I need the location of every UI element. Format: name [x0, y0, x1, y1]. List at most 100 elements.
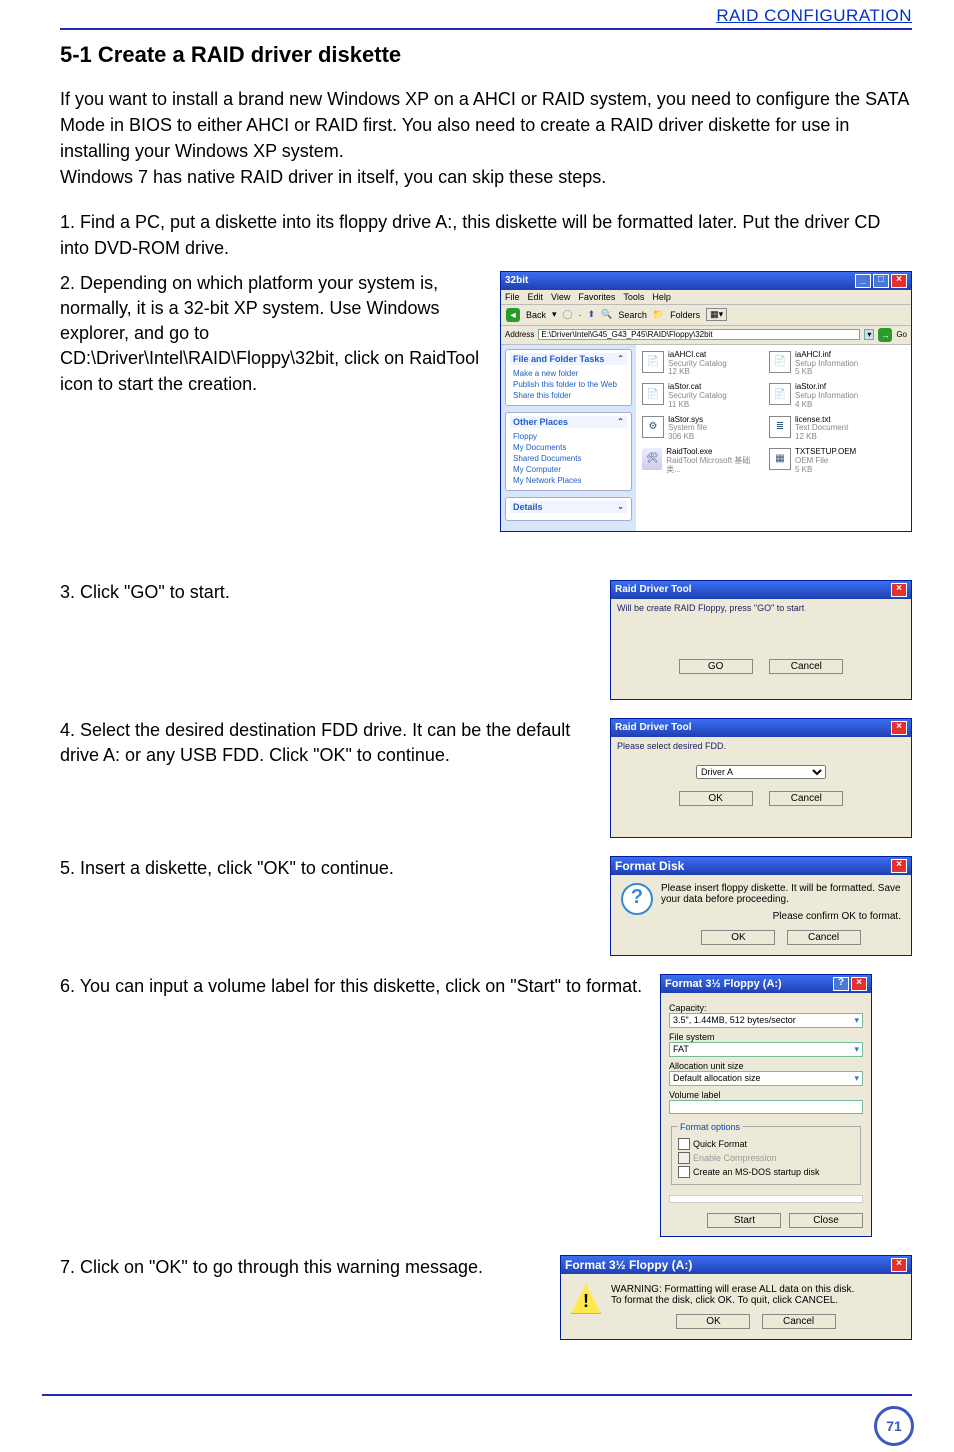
- cancel-button[interactable]: Cancel: [787, 930, 861, 945]
- txt-file-icon: ≣: [769, 416, 791, 438]
- details-title: Details: [513, 502, 543, 512]
- file-item[interactable]: 📄iaStor.catSecurity Catalog11 KB: [642, 383, 757, 409]
- format-disk-screenshot: Format Disk × ? Please insert floppy dis…: [610, 856, 912, 956]
- format-window-screenshot: Format 3½ Floppy (A:) ? × Capacity: 3.5"…: [660, 974, 912, 1237]
- raidtool-message: Please select desired FDD.: [617, 741, 726, 751]
- back-label[interactable]: Back: [526, 310, 546, 320]
- collapse-icon[interactable]: ⌃: [617, 417, 624, 427]
- cancel-button[interactable]: Cancel: [769, 659, 843, 674]
- raidtool-titlebar: Raid Driver Tool ×: [611, 581, 911, 599]
- collapse-icon[interactable]: ⌃: [617, 354, 624, 364]
- section-title: 5-1 Create a RAID driver diskette: [60, 42, 912, 68]
- cancel-button[interactable]: Cancel: [769, 791, 843, 806]
- close-icon[interactable]: ×: [891, 1258, 907, 1272]
- page-number: 71: [874, 1406, 914, 1446]
- question-icon: ?: [621, 883, 653, 915]
- step-5: 5. Insert a diskette, click "OK" to cont…: [60, 856, 610, 881]
- ok-button[interactable]: OK: [701, 930, 775, 945]
- search-icon[interactable]: 🔍: [601, 309, 612, 320]
- raidtool-fdd-screenshot: Raid Driver Tool × Please select desired…: [610, 718, 912, 838]
- capacity-select[interactable]: 3.5", 1.44MB, 512 bytes/sector: [673, 1015, 796, 1026]
- explorer-addressbar: Address E:\Driver\Intel\G45_G43_P45\RAID…: [501, 326, 911, 345]
- place-item[interactable]: My Documents: [510, 442, 627, 453]
- chevron-down-icon[interactable]: ▾: [854, 1015, 859, 1026]
- place-item[interactable]: Shared Documents: [510, 453, 627, 464]
- explorer-window-screenshot: 32bit _ □ × File Edit View Favorites Too…: [500, 271, 912, 532]
- file-item[interactable]: 📄iaAHCI.catSecurity Catalog12 KB: [642, 351, 757, 377]
- go-icon[interactable]: →: [878, 328, 892, 342]
- ok-button[interactable]: OK: [676, 1314, 750, 1329]
- folders-icon[interactable]: 📁: [653, 309, 664, 320]
- task-item[interactable]: Make a new folder: [510, 368, 627, 379]
- minimize-icon[interactable]: _: [855, 274, 871, 288]
- vol-label: Volume label: [669, 1090, 863, 1100]
- maximize-icon[interactable]: □: [873, 274, 889, 288]
- ok-button[interactable]: OK: [679, 791, 753, 806]
- close-icon[interactable]: ×: [891, 721, 907, 735]
- fs-label: File system: [669, 1032, 863, 1042]
- address-drop-icon[interactable]: ▾: [864, 329, 874, 340]
- tasks-title: File and Folder Tasks: [513, 354, 604, 364]
- au-select[interactable]: Default allocation size: [673, 1073, 761, 1084]
- au-label: Allocation unit size: [669, 1061, 863, 1071]
- raidtool-title: Raid Driver Tool: [615, 722, 692, 733]
- chevron-down-icon[interactable]: ▾: [854, 1073, 859, 1084]
- intro-p2: Windows 7 has native RAID driver in itse…: [60, 167, 606, 187]
- volume-label-input[interactable]: [669, 1100, 863, 1114]
- place-item[interactable]: My Network Places: [510, 475, 627, 486]
- menu-file[interactable]: File: [505, 292, 520, 302]
- close-icon[interactable]: ×: [891, 859, 907, 873]
- expand-icon[interactable]: ⌄: [617, 502, 624, 512]
- format-disk-msg2: Please confirm OK to format.: [661, 911, 901, 922]
- start-button[interactable]: Start: [707, 1213, 781, 1228]
- go-button[interactable]: GO: [679, 659, 753, 674]
- address-label: Address: [505, 330, 534, 339]
- close-icon[interactable]: ×: [851, 977, 867, 991]
- address-field[interactable]: E:\Driver\Intel\G45_G43_P45\RAID\Floppy\…: [538, 329, 860, 340]
- close-button[interactable]: Close: [789, 1213, 863, 1228]
- folders-label[interactable]: Folders: [670, 310, 700, 320]
- file-item[interactable]: 📄iaStor.infSetup Information4 KB: [769, 383, 884, 409]
- fdd-select[interactable]: Driver A: [696, 765, 826, 779]
- places-title: Other Places: [513, 417, 568, 427]
- menu-help[interactable]: Help: [652, 292, 671, 302]
- back-icon[interactable]: ◄: [506, 308, 520, 322]
- file-item[interactable]: ▦TXTSETUP.OEMOEM File5 KB: [769, 448, 884, 474]
- file-item[interactable]: ≣license.txtText Document12 KB: [769, 416, 884, 442]
- quick-format-check[interactable]: Quick Format: [678, 1138, 854, 1150]
- go-label[interactable]: Go: [896, 330, 907, 339]
- menu-tools[interactable]: Tools: [623, 292, 644, 302]
- task-item[interactable]: Publish this folder to the Web: [510, 379, 627, 390]
- menu-edit[interactable]: Edit: [528, 292, 544, 302]
- file-item[interactable]: 🛠RaidTool.exeRaidTool Microsoft 基础类...: [642, 448, 757, 474]
- file-item[interactable]: 📄iaAHCI.infSetup Information5 KB: [769, 351, 884, 377]
- explorer-window: 32bit _ □ × File Edit View Favorites Too…: [500, 271, 912, 532]
- raidtool-title: Raid Driver Tool: [615, 584, 692, 595]
- explorer-menubar: File Edit View Favorites Tools Help: [501, 290, 911, 305]
- menu-view[interactable]: View: [551, 292, 570, 302]
- format-warning-title: Format 3½ Floppy (A:): [565, 1258, 692, 1272]
- sidebar-details: Details ⌄: [505, 497, 632, 521]
- place-item[interactable]: My Computer: [510, 464, 627, 475]
- file-item[interactable]: ⚙IaStor.sysSystem file306 KB: [642, 416, 757, 442]
- views-icon[interactable]: ▦▾: [706, 308, 727, 321]
- cancel-button[interactable]: Cancel: [762, 1314, 836, 1329]
- msdos-startup-check[interactable]: Create an MS-DOS startup disk: [678, 1166, 854, 1178]
- close-icon[interactable]: ×: [891, 583, 907, 597]
- place-item[interactable]: Floppy: [510, 431, 627, 442]
- help-icon[interactable]: ?: [833, 977, 849, 991]
- fs-select[interactable]: FAT: [673, 1044, 689, 1055]
- search-label[interactable]: Search: [618, 310, 647, 320]
- close-icon[interactable]: ×: [891, 274, 907, 288]
- chevron-down-icon[interactable]: ▾: [854, 1044, 859, 1055]
- menu-favorites[interactable]: Favorites: [578, 292, 615, 302]
- document-page: RAID CONFIGURATION 5-1 Create a RAID dri…: [0, 0, 954, 1452]
- cat-file-icon: 📄: [642, 383, 664, 405]
- raidtool-go-dialog: Raid Driver Tool × Will be create RAID F…: [610, 580, 912, 700]
- format-window-title: Format 3½ Floppy (A:): [665, 978, 782, 990]
- raidtool-titlebar: Raid Driver Tool ×: [611, 719, 911, 737]
- task-item[interactable]: Share this folder: [510, 390, 627, 401]
- exe-file-icon: 🛠: [642, 448, 662, 470]
- sys-file-icon: ⚙: [642, 416, 664, 438]
- format-disk-dialog: Format Disk × ? Please insert floppy dis…: [610, 856, 912, 956]
